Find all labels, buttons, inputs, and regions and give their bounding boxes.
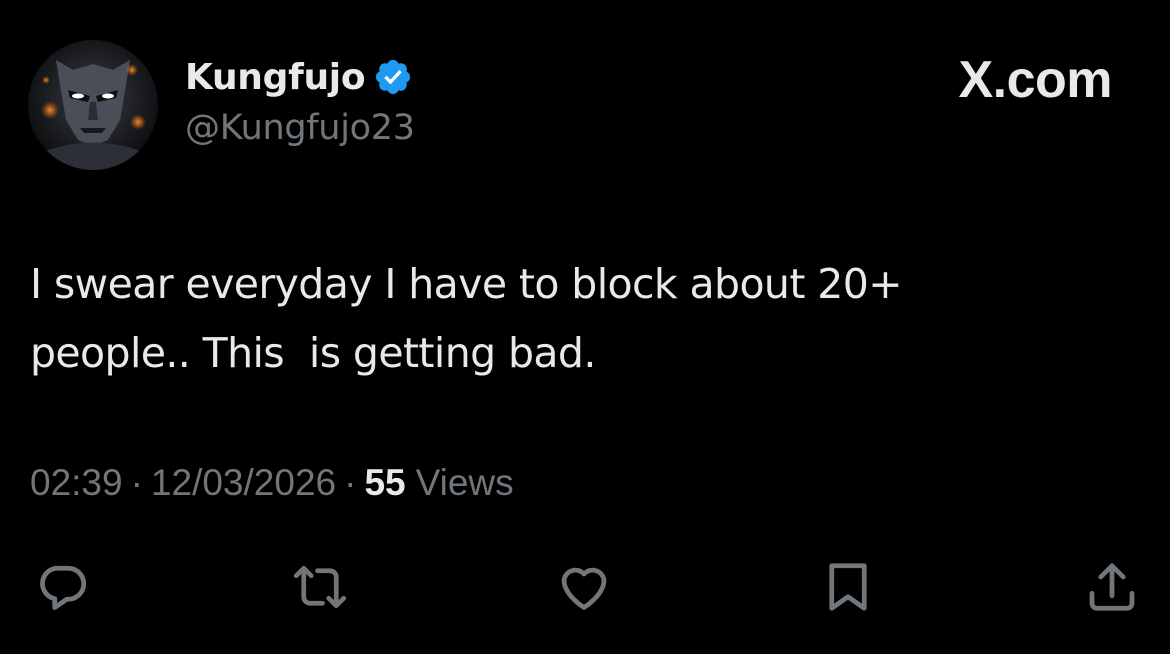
reply-icon xyxy=(40,565,87,610)
like-button[interactable] xyxy=(552,555,616,619)
heart-icon xyxy=(561,567,607,610)
share-button[interactable] xyxy=(1080,555,1144,619)
views-count[interactable]: 55 xyxy=(364,462,405,504)
bookmark-button[interactable] xyxy=(816,555,880,619)
verified-badge-icon[interactable] xyxy=(373,57,413,97)
author-name-row: Kungfujo xyxy=(185,55,413,99)
display-name[interactable]: Kungfujo xyxy=(185,57,366,98)
bookmark-icon xyxy=(829,563,867,611)
avatar[interactable] xyxy=(28,40,158,170)
action-bar xyxy=(0,555,1170,619)
author-handle[interactable]: @Kungfujo23 xyxy=(185,108,415,148)
brand-logo: X.com xyxy=(958,51,1112,109)
avatar-image xyxy=(28,60,158,170)
tweet-meta: 02:39 · 12/03/2026 · 55 Views xyxy=(30,462,514,504)
tweet-time[interactable]: 02:39 xyxy=(30,462,123,504)
views-label: Views xyxy=(415,462,514,503)
tweet-text: I swear everyday I have to block about 2… xyxy=(30,260,903,377)
repost-button[interactable] xyxy=(288,555,352,619)
reply-button[interactable] xyxy=(30,555,94,619)
repost-icon xyxy=(293,565,347,609)
meta-separator: · xyxy=(344,462,357,503)
tweet-card: Kungfujo @Kungfujo23 X.com I swear every… xyxy=(0,0,1170,654)
tweet-date[interactable]: 12/03/2026 xyxy=(151,462,336,504)
share-icon xyxy=(1089,563,1135,611)
meta-separator: · xyxy=(130,462,143,503)
